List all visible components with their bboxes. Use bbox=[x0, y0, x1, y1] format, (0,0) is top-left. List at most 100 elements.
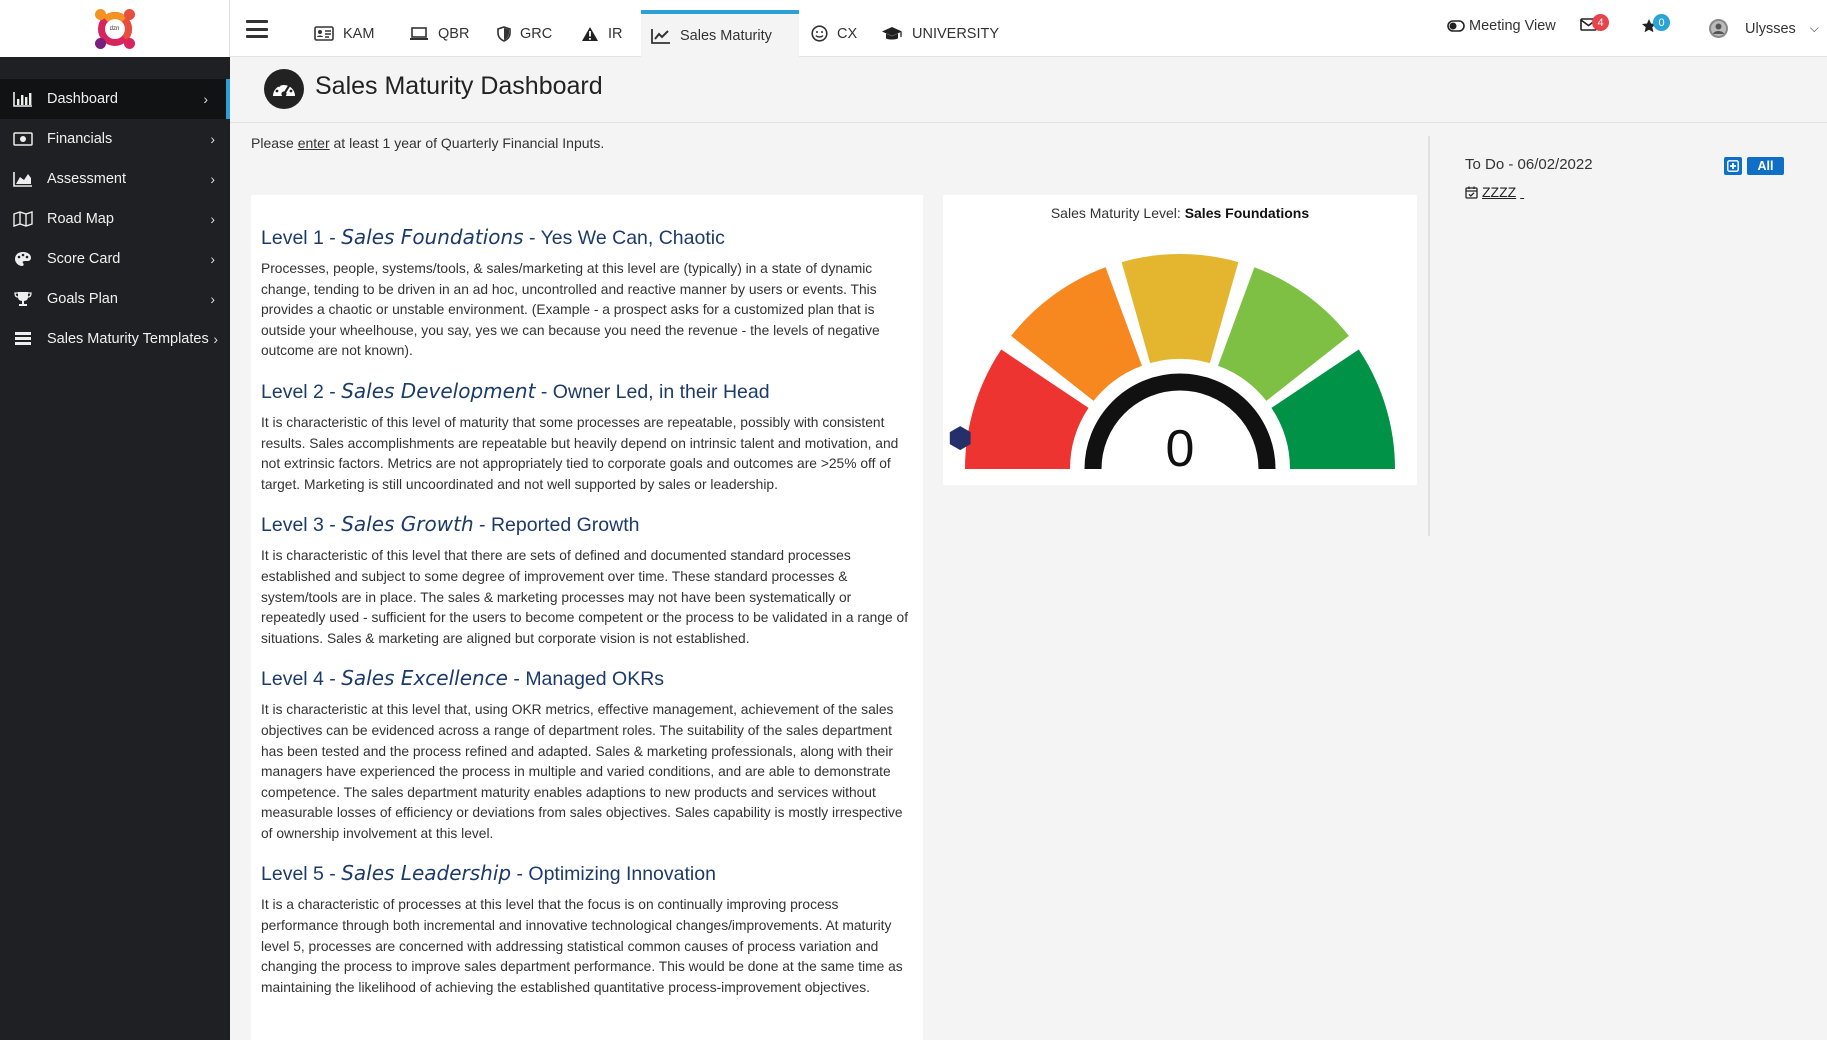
level-1: Level 1 - Sales Foundations - Yes We Can… bbox=[261, 225, 913, 362]
tab-label: KAM bbox=[343, 25, 375, 42]
sidebar-item-road-map[interactable]: Road Map › bbox=[0, 199, 230, 239]
add-todo-button[interactable] bbox=[1724, 157, 1742, 175]
plus-icon bbox=[1727, 160, 1739, 172]
tab-qbr[interactable]: QBR bbox=[399, 10, 479, 57]
level-heading: Level 3 - Sales Growth - Reported Growth bbox=[261, 512, 640, 537]
tab-sales-maturity[interactable]: Sales Maturity bbox=[641, 10, 799, 57]
todo-item[interactable]: ZZZZ bbox=[1465, 184, 1524, 200]
mail-count-badge: 4 bbox=[1592, 14, 1609, 31]
notice-text: at least 1 year of Quarterly Financial I… bbox=[329, 135, 605, 151]
maturity-levels-panel: Level 1 - Sales Foundations - Yes We Can… bbox=[251, 195, 923, 1040]
chevron-right-icon: › bbox=[210, 171, 215, 187]
sidebar-item-label: Assessment bbox=[47, 171, 126, 187]
sidebar-item-assessment[interactable]: Assessment › bbox=[0, 159, 230, 199]
meeting-view-toggle[interactable]: Meeting View bbox=[1447, 18, 1556, 34]
level-heading: Level 1 - Sales Foundations - Yes We Can… bbox=[261, 225, 725, 249]
page-title: Sales Maturity Dashboard bbox=[315, 72, 603, 100]
sidebar-item-financials[interactable]: Financials › bbox=[0, 119, 230, 159]
sidebar-item-dashboard[interactable]: Dashboard › bbox=[0, 79, 230, 119]
menu-toggle-icon[interactable] bbox=[246, 20, 268, 38]
level-2: Level 2 - Sales Development - Owner Led,… bbox=[261, 379, 913, 495]
dashboard-gauge-icon bbox=[264, 69, 304, 109]
sidebar-item-score-card[interactable]: Score Card › bbox=[0, 239, 230, 279]
level-name: Sales Excellence bbox=[341, 666, 508, 691]
maturity-gauge: 0 bbox=[949, 254, 1395, 478]
area-chart-icon bbox=[12, 170, 34, 188]
all-todos-button[interactable]: All bbox=[1747, 157, 1784, 175]
level-name: Sales Foundations bbox=[341, 225, 524, 249]
level-5: Level 5 - Sales Leadership - Optimizing … bbox=[261, 861, 913, 998]
level-name: Sales Growth bbox=[341, 512, 474, 537]
tab-kam[interactable]: KAM bbox=[304, 10, 384, 57]
sidebar-item-goals-plan[interactable]: Goals Plan › bbox=[0, 279, 230, 319]
list-icon bbox=[12, 330, 34, 348]
level-description: It is a characteristic of processes at t… bbox=[261, 897, 903, 995]
smile-icon bbox=[811, 25, 828, 42]
map-icon bbox=[12, 210, 34, 228]
tab-label: QBR bbox=[438, 25, 470, 42]
level-heading: Level 2 - Sales Development - Owner Led,… bbox=[261, 378, 770, 403]
sidebar-item-label: Road Map bbox=[47, 211, 114, 227]
user-name: Ulysses bbox=[1745, 20, 1796, 37]
level-description: It is characteristic of this level of ma… bbox=[261, 414, 899, 492]
tab-grc[interactable]: GRC bbox=[487, 10, 562, 57]
sidebar-item-label: Score Card bbox=[47, 251, 121, 267]
chevron-down-icon: ⌵ bbox=[1809, 21, 1819, 35]
tab-label: UNIVERSITY bbox=[912, 25, 1000, 42]
line-chart-icon bbox=[651, 28, 671, 44]
sidebar: dzn Dashboard › Financials › Assessment … bbox=[0, 0, 230, 1040]
chevron-right-icon: › bbox=[210, 131, 215, 147]
logo-text: dzn bbox=[105, 19, 124, 38]
tab-label: CX bbox=[837, 25, 858, 42]
toggle-icon bbox=[1447, 20, 1465, 32]
top-navbar: KAM QBR GRC IR Sales Maturity CX UNIVERS… bbox=[230, 0, 1827, 57]
id-card-icon bbox=[314, 26, 334, 41]
tab-ir[interactable]: IR bbox=[571, 10, 633, 57]
favorites-button[interactable]: 0 bbox=[1641, 14, 1670, 33]
gauge-value: 0 bbox=[1166, 420, 1195, 478]
logo-area: dzn bbox=[0, 0, 230, 57]
meeting-view-label: Meeting View bbox=[1469, 18, 1556, 34]
todo-item-label: ZZZZ bbox=[1482, 184, 1517, 200]
sales-maturity-gauge-panel: Sales Maturity Level: Sales Foundations … bbox=[943, 195, 1417, 485]
user-menu[interactable]: Ulysses ⌵ bbox=[1708, 18, 1819, 39]
enter-link[interactable]: enter bbox=[298, 135, 330, 151]
shield-icon bbox=[497, 25, 511, 42]
chevron-right-icon: › bbox=[210, 251, 215, 267]
level-heading: Level 5 - Sales Leadership - Optimizing … bbox=[261, 861, 716, 886]
sidebar-item-label: Sales Maturity Templates bbox=[47, 331, 209, 347]
sidebar-nav: Dashboard › Financials › Assessment › Ro… bbox=[0, 79, 230, 359]
level-4: Level 4 - Sales Excellence - Managed OKR… bbox=[261, 666, 913, 844]
chevron-right-icon: › bbox=[203, 91, 208, 107]
level-3: Level 3 - Sales Growth - Reported Growth… bbox=[261, 512, 913, 649]
sidebar-item-label: Goals Plan bbox=[47, 291, 118, 307]
graduation-cap-icon bbox=[881, 26, 903, 42]
sidebar-item-label: Financials bbox=[47, 131, 113, 147]
level-name: Sales Development bbox=[341, 378, 536, 403]
tab-cx[interactable]: CX bbox=[801, 10, 867, 57]
company-logo[interactable]: dzn bbox=[94, 8, 136, 50]
tab-label: Sales Maturity bbox=[680, 27, 772, 44]
level-description: It is characteristic at this level that,… bbox=[261, 702, 903, 841]
messages-button[interactable]: 4 bbox=[1580, 14, 1609, 31]
level-name: Sales Leadership bbox=[341, 861, 512, 886]
laptop-icon bbox=[409, 26, 429, 41]
warning-icon bbox=[581, 26, 599, 42]
avatar bbox=[1708, 18, 1729, 39]
page-header: Sales Maturity Dashboard bbox=[230, 57, 1827, 123]
chevron-right-icon: › bbox=[210, 291, 215, 307]
sidebar-item-sales-maturity-templates[interactable]: Sales Maturity Templates › bbox=[0, 319, 230, 359]
tab-university[interactable]: UNIVERSITY bbox=[871, 10, 1009, 57]
todo-title: To Do - 06/02/2022 bbox=[1465, 156, 1593, 173]
tab-label: GRC bbox=[520, 25, 553, 42]
financial-input-notice: Please enter at least 1 year of Quarterl… bbox=[251, 135, 604, 151]
tab-label: IR bbox=[608, 25, 623, 42]
column-divider bbox=[1428, 136, 1430, 536]
level-heading: Level 4 - Sales Excellence - Managed OKR… bbox=[261, 666, 665, 691]
gauge-segment-level-3 bbox=[1121, 254, 1239, 364]
level-description: It is characteristic of this level that … bbox=[261, 548, 909, 646]
star-count-badge: 0 bbox=[1653, 14, 1670, 31]
chevron-right-icon: › bbox=[213, 331, 218, 347]
palette-icon bbox=[12, 250, 34, 268]
money-icon bbox=[12, 130, 34, 148]
